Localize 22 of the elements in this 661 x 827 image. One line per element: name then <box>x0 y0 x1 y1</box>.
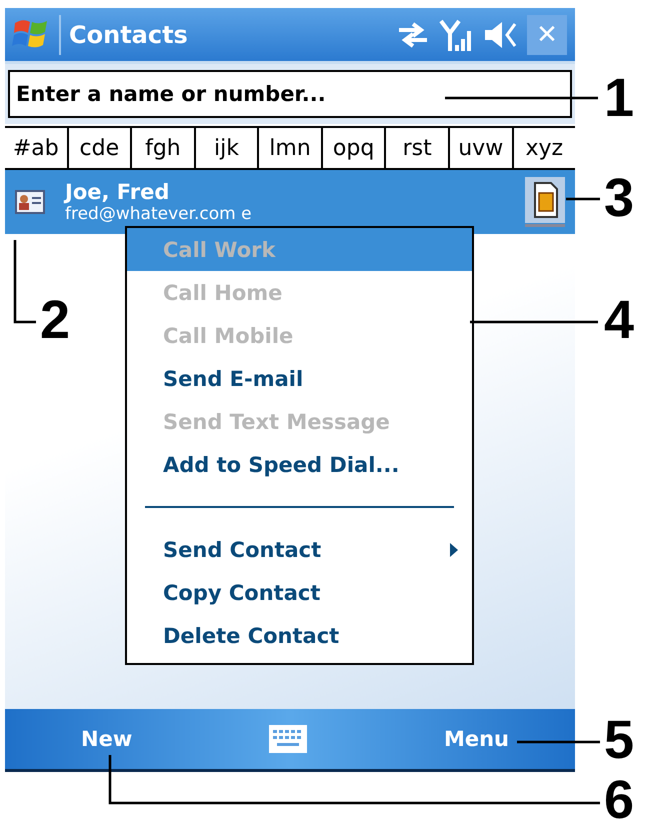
sim-card-icon[interactable] <box>525 177 565 227</box>
contact-name: Joe, Fred <box>65 180 170 204</box>
menu-soft-key[interactable]: Menu <box>438 723 515 755</box>
menu-item[interactable]: Send Contact <box>127 528 472 571</box>
keyboard-icon[interactable] <box>269 725 308 753</box>
search-field[interactable]: Enter a name or number... <box>8 70 572 118</box>
menu-item[interactable]: Add to Speed Dial... <box>127 443 472 486</box>
window-title: Contacts <box>69 20 189 48</box>
new-soft-key[interactable]: New <box>75 723 138 755</box>
callout-number: 3 <box>604 168 634 228</box>
menu-item[interactable]: Send E-mail <box>127 357 472 400</box>
callout-number: 1 <box>604 68 634 128</box>
leader-line <box>566 198 600 200</box>
callout-number: 5 <box>604 710 634 770</box>
callout-number: 6 <box>604 770 634 827</box>
callout-number: 4 <box>604 290 634 350</box>
menu-item[interactable]: Copy Contact <box>127 571 472 614</box>
contact-card-icon <box>15 190 45 214</box>
submenu-arrow-icon <box>450 542 458 556</box>
menu-item[interactable]: Delete Contact <box>127 614 472 657</box>
contact-email: fred@whatever.com e <box>65 204 253 224</box>
callout-number: 2 <box>40 290 70 350</box>
